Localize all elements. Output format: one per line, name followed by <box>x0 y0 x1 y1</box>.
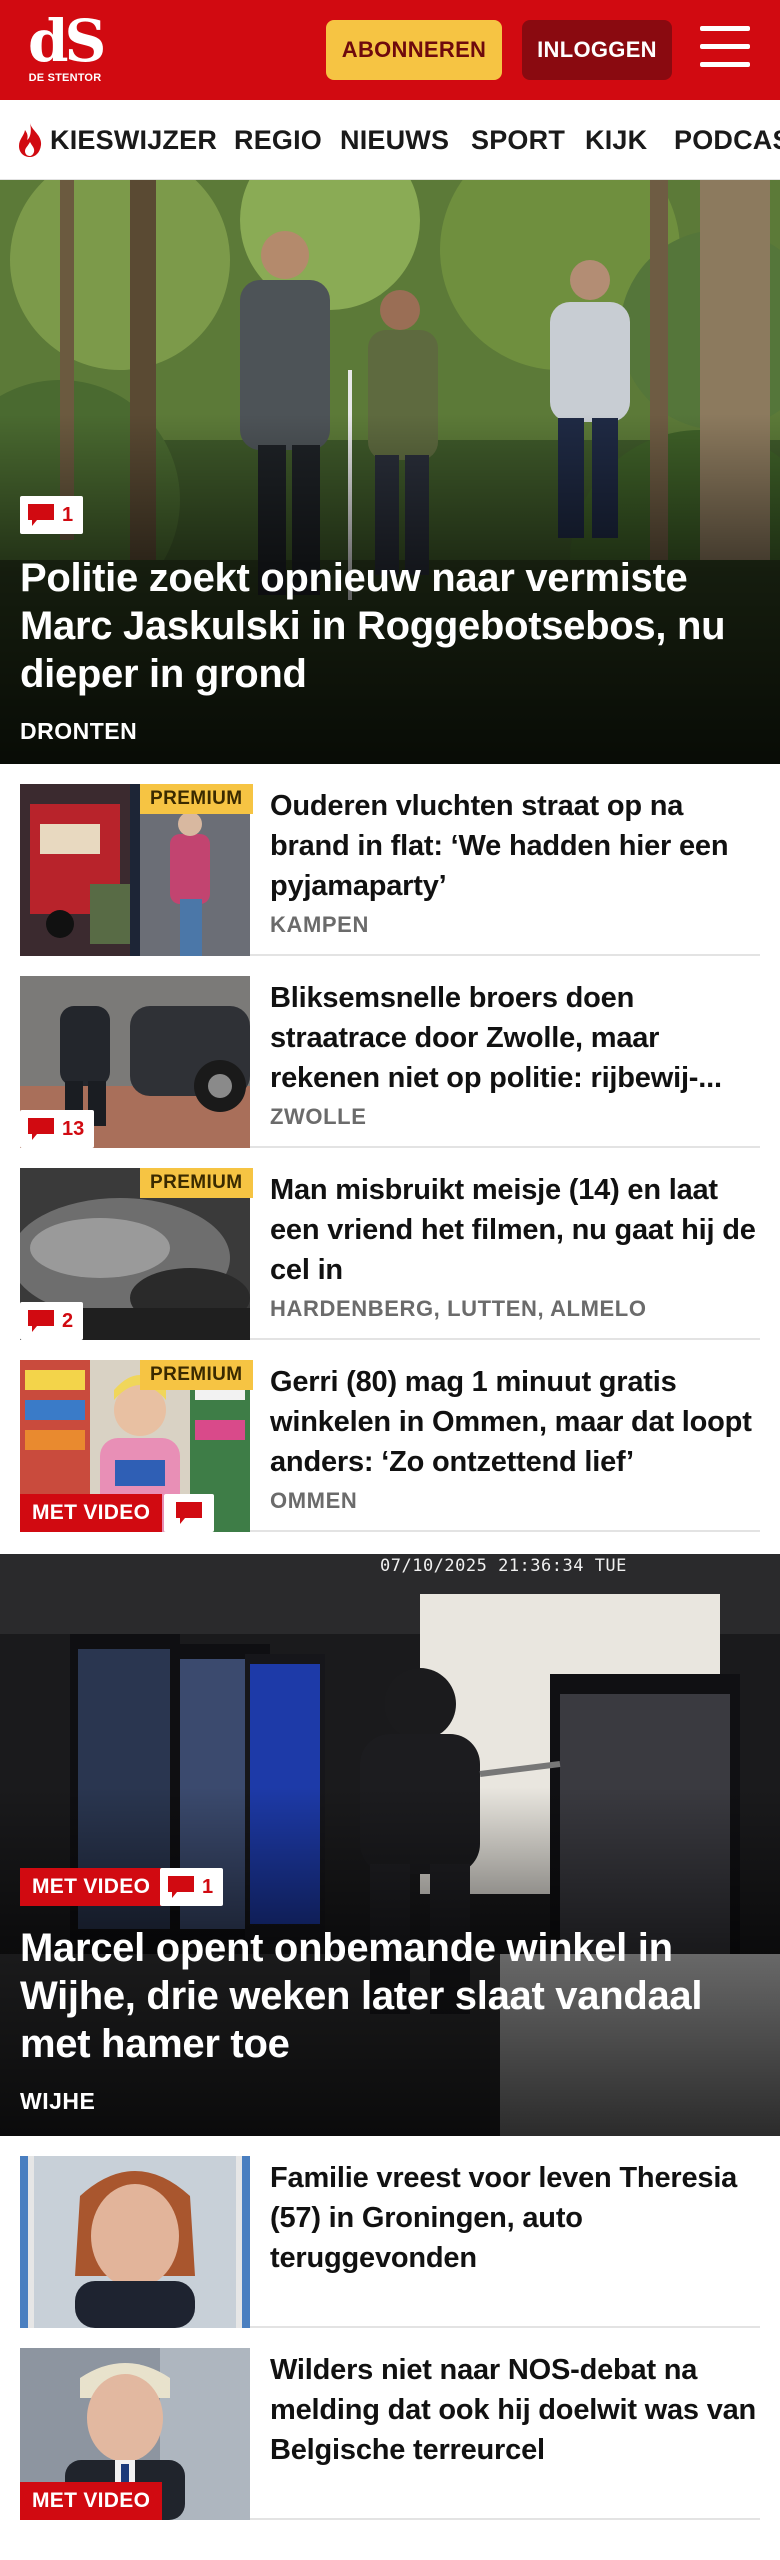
comment-bubble-icon <box>176 1502 202 1524</box>
comment-count-badge[interactable]: 1 <box>160 1868 224 1906</box>
article-location: OMMEN <box>270 1488 358 1513</box>
site-logo[interactable]: dS DE STENTOR <box>28 7 106 92</box>
list-item[interactable]: 13 Bliksemsnelle broers doen straatrace … <box>20 956 760 1148</box>
hero-title[interactable]: Politie zoekt opnieuw naar vermiste Marc… <box>20 554 750 698</box>
menu-icon[interactable] <box>700 26 752 72</box>
hero-title[interactable]: Marcel opent onbemande winkel in Wijhe, … <box>20 1924 750 2068</box>
list-item[interactable]: Familie vreest voor leven Theresia (57) … <box>20 2136 760 2328</box>
login-button[interactable]: INLOGGEN <box>522 20 672 80</box>
list-item[interactable]: MET VIDEO Wilders niet naar NOS-debat na… <box>20 2328 760 2520</box>
hero-location: DRONTEN <box>20 718 138 744</box>
nav-item-sport[interactable]: SPORT <box>471 100 565 179</box>
article-title[interactable]: Ouderen vluchten straat op na brand in f… <box>270 786 765 906</box>
comment-count: 1 <box>202 1875 214 1898</box>
comment-button[interactable] <box>164 1494 214 1532</box>
site-header: dS DE STENTOR ABONNEREN INLOGGEN <box>0 0 780 100</box>
nav-item-kijk[interactable]: KIJK <box>585 100 647 179</box>
nav-item-nieuws[interactable]: NIEUWS <box>340 100 449 179</box>
comment-bubble-icon <box>168 1876 194 1898</box>
premium-badge: PREMIUM <box>140 1168 253 1198</box>
comment-count: 1 <box>62 503 74 526</box>
article-title[interactable]: Familie vreest voor leven Theresia (57) … <box>270 2158 765 2278</box>
article-thumbnail <box>20 2156 250 2328</box>
comment-bubble-icon <box>28 1118 54 1140</box>
comment-count-badge[interactable]: 13 <box>20 1110 95 1148</box>
comment-count-badge[interactable]: 1 <box>20 496 84 534</box>
article-title[interactable]: Bliksemsnelle broers doen straatrace doo… <box>270 978 765 1098</box>
article-location: HARDENBERG, LUTTEN, ALMELO <box>270 1296 647 1321</box>
video-badge: MET VIDEO <box>20 1868 163 1906</box>
list-item[interactable]: PREMIUM 2 Man misbruikt meisje (14) en l… <box>20 1148 760 1340</box>
comment-count: 2 <box>62 1309 74 1332</box>
nav-item-regio[interactable]: REGIO <box>234 100 322 179</box>
list-item[interactable]: PREMIUM MET VIDEO Gerri (80) mag 1 minuu… <box>20 1340 760 1532</box>
article-location: KAMPEN <box>270 912 369 937</box>
article-location: ZWOLLE <box>270 1104 367 1129</box>
subscribe-button[interactable]: ABONNEREN <box>326 20 502 80</box>
main-nav: KIESWIJZER REGIO NIEUWS SPORT KIJK PODCA… <box>0 100 780 180</box>
article-title[interactable]: Gerri (80) mag 1 minuut gratis winkelen … <box>270 1362 765 1482</box>
article-title[interactable]: Man misbruikt meisje (14) en laat een vr… <box>270 1170 765 1290</box>
video-badge: MET VIDEO <box>20 1494 163 1532</box>
hero-location: WIJHE <box>20 2088 96 2114</box>
premium-badge: PREMIUM <box>140 784 253 814</box>
comment-bubble-icon <box>28 1310 54 1332</box>
logo-subtitle: DE STENTOR <box>28 72 102 84</box>
logo-mark: dS <box>28 7 106 75</box>
list-item[interactable]: PREMIUM Ouderen vluchten straat op na br… <box>20 764 760 956</box>
hero-article[interactable]: 07/10/2025 21:36:34 TUE MET VIDEO 1 Marc… <box>0 1554 780 2136</box>
video-badge: MET VIDEO <box>20 2482 163 2520</box>
flame-icon <box>19 123 42 157</box>
cctv-timestamp: 07/10/2025 21:36:34 TUE <box>380 1556 627 1576</box>
comment-count-badge[interactable]: 2 <box>20 1302 84 1340</box>
comment-bubble-icon <box>28 504 54 526</box>
nav-item-podcast[interactable]: PODCAST <box>674 100 780 179</box>
nav-item-kieswijzer[interactable]: KIESWIJZER <box>50 100 217 179</box>
hero-article[interactable]: 1 Politie zoekt opnieuw naar vermiste Ma… <box>0 180 780 764</box>
article-title[interactable]: Wilders niet naar NOS-debat na melding d… <box>270 2350 765 2470</box>
comment-count: 13 <box>62 1117 85 1140</box>
premium-badge: PREMIUM <box>140 1360 253 1390</box>
